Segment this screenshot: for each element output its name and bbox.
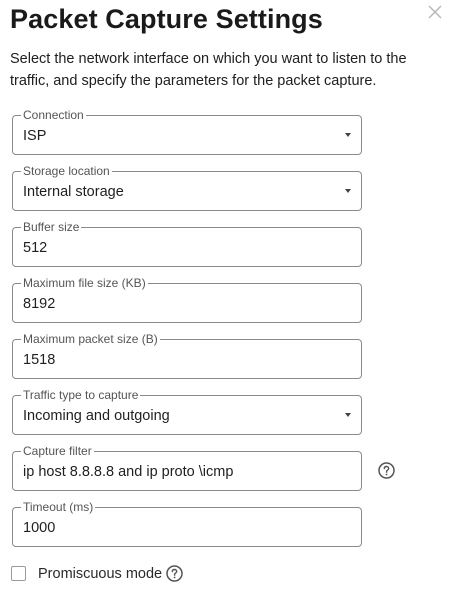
dropdown-arrow-icon [345,133,351,137]
timeout-label: Timeout (ms) [21,500,96,514]
max-file-size-label: Maximum file size (KB) [21,276,148,290]
buffer-size-value: 512 [23,240,48,256]
storage-location-label: Storage location [21,164,112,178]
promiscuous-mode-label: Promiscuous mode [38,566,163,582]
max-file-size-input[interactable]: Maximum file size (KB) 8192 [12,276,362,323]
buffer-size-label: Buffer size [21,220,82,234]
buffer-size-input[interactable]: Buffer size 512 [12,220,362,267]
timeout-input[interactable]: Timeout (ms) 1000 [12,500,362,547]
max-packet-size-label: Maximum packet size (B) [21,332,160,346]
connection-select[interactable]: Connection ISP [12,108,362,155]
close-icon[interactable] [428,5,442,19]
connection-value: ISP [23,128,47,144]
dialog-title: Packet Capture Settings [10,4,323,34]
capture-filter-input[interactable]: Capture filter ip host 8.8.8.8 and ip pr… [12,444,362,491]
max-file-size-value: 8192 [23,296,56,312]
capture-filter-help-icon[interactable] [378,462,395,479]
promiscuous-mode-checkbox[interactable] [11,566,26,581]
max-packet-size-input[interactable]: Maximum packet size (B) 1518 [12,332,362,379]
promiscuous-mode-help-icon[interactable] [166,565,183,582]
max-packet-size-value: 1518 [23,352,56,368]
dialog-description: Select the network interface on which yo… [10,51,407,89]
dropdown-arrow-icon [345,189,351,193]
storage-location-select[interactable]: Storage location Internal storage [12,164,362,211]
dropdown-arrow-icon [345,413,351,417]
traffic-type-value: Incoming and outgoing [23,408,170,424]
connection-label: Connection [21,108,86,122]
storage-location-value: Internal storage [23,184,124,200]
timeout-value: 1000 [23,520,56,536]
capture-filter-value: ip host 8.8.8.8 and ip proto \icmp [23,464,234,480]
capture-filter-label: Capture filter [21,444,94,458]
traffic-type-select[interactable]: Traffic type to capture Incoming and out… [12,388,362,435]
traffic-type-label: Traffic type to capture [21,388,141,402]
